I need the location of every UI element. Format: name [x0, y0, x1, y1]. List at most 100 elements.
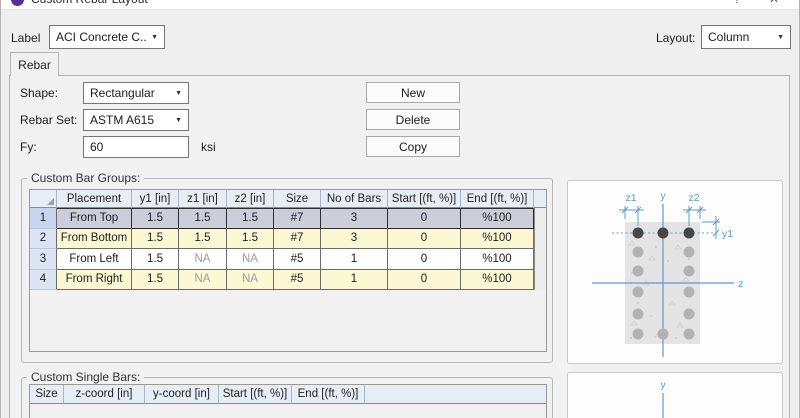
header-filler	[365, 385, 546, 404]
layout-caption: Layout:	[656, 31, 695, 45]
shape-dropdown[interactable]: Rectangular ▼	[83, 82, 189, 104]
y-axis-label: y	[660, 190, 666, 202]
cell-placement[interactable]: From Top	[57, 208, 132, 229]
cell-z1[interactable]: NA	[179, 270, 227, 291]
cell-size[interactable]: #7	[274, 229, 321, 250]
tab-rebar-label: Rebar	[18, 58, 51, 72]
cell-start[interactable]: 0	[388, 249, 461, 270]
label-dropdown[interactable]: ACI Concrete C... ▼	[49, 25, 165, 49]
chevron-down-icon: ▼	[151, 34, 158, 41]
y1-dimension	[702, 216, 720, 239]
row-header-4[interactable]: 4	[30, 270, 57, 291]
title-bar: Custom Rebar Layout ? ✕	[1, 0, 799, 10]
y-axis-label: y	[660, 379, 666, 391]
cell-z1[interactable]: 1.5	[179, 208, 227, 229]
row-filler	[534, 229, 546, 250]
custom-bar-groups-table: Placement y1 [in] z1 [in] z2 [in] Size N…	[29, 189, 547, 352]
cell-y1[interactable]: 1.5	[132, 208, 179, 229]
row-filler	[534, 270, 546, 291]
z2-dimension-label: z2	[688, 192, 699, 204]
cell-y1[interactable]: 1.5	[132, 270, 179, 291]
header-filler	[534, 190, 546, 208]
cell-end[interactable]: %100	[461, 270, 534, 291]
chevron-down-icon: ▼	[777, 34, 784, 41]
row-filler	[534, 208, 546, 229]
layout-dropdown-value: Column	[708, 30, 773, 44]
grid-corner-cell[interactable]	[30, 190, 57, 208]
custom-single-bars-table: Size z-coord [in] y-coord [in] Start [(f…	[29, 384, 547, 418]
delete-button[interactable]: Delete	[366, 109, 460, 130]
cell-z1[interactable]: 1.5	[179, 229, 227, 250]
shape-caption: Shape:	[20, 86, 58, 100]
custom-rebar-layout-dialog: Custom Rebar Layout ? ✕ Label ACI Concre…	[0, 0, 800, 418]
z-axis-label: z	[738, 278, 743, 290]
fy-caption: Fy:	[20, 140, 37, 154]
column-header-size[interactable]: Size	[30, 385, 64, 404]
custom-bar-groups-title: Custom Bar Groups:	[27, 171, 144, 185]
layout-dropdown[interactable]: Column ▼	[701, 25, 791, 49]
row-header-3[interactable]: 3	[30, 249, 57, 270]
column-header-end[interactable]: End [(ft, %)]	[461, 190, 534, 208]
cell-end[interactable]: %100	[461, 229, 534, 250]
column-section-diagram: y z z1	[567, 180, 783, 364]
cell-z2[interactable]: NA	[227, 270, 274, 291]
column-header-placement[interactable]: Placement	[57, 190, 132, 208]
column-header-start[interactable]: Start [(ft, %)]	[219, 385, 292, 404]
rebar-section-drawing: y z z1	[568, 181, 782, 363]
cell-placement[interactable]: From Left	[57, 249, 132, 270]
fy-field[interactable]: 60	[83, 136, 189, 158]
rebar-set-dropdown[interactable]: ASTM A615 ▼	[83, 109, 189, 131]
new-button[interactable]: New	[366, 82, 460, 103]
label-caption: Label	[11, 31, 40, 45]
cell-y1[interactable]: 1.5	[132, 229, 179, 250]
cell-size[interactable]: #7	[274, 208, 321, 229]
cell-z2[interactable]: NA	[227, 249, 274, 270]
single-bars-diagram: y	[567, 372, 783, 418]
cell-bars[interactable]: 3	[321, 208, 388, 229]
cell-bars[interactable]: 1	[321, 270, 388, 291]
cell-placement[interactable]: From Bottom	[57, 229, 132, 250]
tab-rebar[interactable]: Rebar	[10, 52, 59, 76]
column-header-z1[interactable]: z1 [in]	[179, 190, 227, 208]
row-header-1[interactable]: 1	[30, 208, 57, 229]
cell-size[interactable]: #5	[274, 249, 321, 270]
rebar-selected-bars	[633, 228, 695, 239]
rebar-set-dropdown-value: ASTM A615	[90, 113, 171, 127]
single-bars-drawing: y	[568, 373, 782, 418]
column-header-z-coord[interactable]: z-coord [in]	[64, 385, 145, 404]
cell-bars[interactable]: 3	[321, 229, 388, 250]
custom-single-bars-title: Custom Single Bars:	[27, 370, 144, 384]
cell-z2[interactable]: 1.5	[227, 208, 274, 229]
row-filler	[534, 249, 546, 270]
cell-end[interactable]: %100	[461, 208, 534, 229]
cell-start[interactable]: 0	[388, 270, 461, 291]
column-header-no-of-bars[interactable]: No of Bars	[321, 190, 388, 208]
row-header-2[interactable]: 2	[30, 229, 57, 250]
cell-bars[interactable]: 1	[321, 249, 388, 270]
shape-dropdown-value: Rectangular	[90, 86, 171, 100]
column-header-y1[interactable]: y1 [in]	[132, 190, 179, 208]
cell-end[interactable]: %100	[461, 249, 534, 270]
y1-dimension-label: y1	[722, 228, 733, 240]
label-dropdown-value: ACI Concrete C...	[56, 30, 147, 44]
z1-dimension-label: z1	[625, 192, 636, 204]
column-header-size[interactable]: Size	[274, 190, 321, 208]
app-icon	[11, 0, 24, 6]
cell-size[interactable]: #5	[274, 270, 321, 291]
chevron-down-icon: ▼	[175, 90, 182, 97]
column-header-end[interactable]: End [(ft, %)]	[292, 385, 365, 404]
rebar-set-caption: Rebar Set:	[20, 113, 77, 127]
cell-start[interactable]: 0	[388, 208, 461, 229]
column-header-z2[interactable]: z2 [in]	[227, 190, 274, 208]
help-button[interactable]: ?	[722, 0, 752, 6]
cell-start[interactable]: 0	[388, 229, 461, 250]
cell-placement[interactable]: From Right	[57, 270, 132, 291]
cell-z1[interactable]: NA	[179, 249, 227, 270]
copy-button[interactable]: Copy	[366, 136, 460, 157]
fy-field-value: 60	[90, 140, 103, 154]
cell-y1[interactable]: 1.5	[132, 249, 179, 270]
column-header-start[interactable]: Start [(ft, %)]	[388, 190, 461, 208]
column-header-y-coord[interactable]: y-coord [in]	[145, 385, 219, 404]
cell-z2[interactable]: 1.5	[227, 229, 274, 250]
close-button[interactable]: ✕	[759, 0, 789, 6]
